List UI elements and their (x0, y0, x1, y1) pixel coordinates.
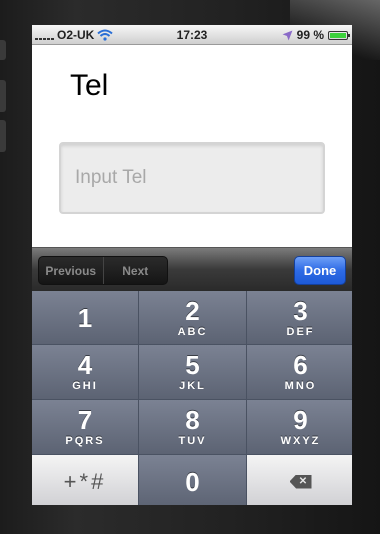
backspace-icon: ✕ (289, 474, 312, 489)
screen: O2-UK 17:23 99 % Tel Input Tel Previous … (32, 25, 352, 505)
key-4[interactable]: 4 GHI (32, 345, 138, 399)
volume-up-button (0, 80, 6, 112)
page-title: Tel (70, 69, 109, 102)
key-3[interactable]: 3 DEF (247, 291, 352, 344)
key-delete[interactable]: ✕ (247, 455, 352, 505)
location-arrow-icon (282, 30, 293, 40)
key-7-letters: PQRS (65, 435, 105, 447)
key-8[interactable]: 8 TUV (139, 400, 246, 454)
volume-down-button (0, 120, 6, 152)
key-6-number: 6 (293, 350, 308, 380)
key-2-letters: ABC (177, 325, 208, 338)
key-5[interactable]: 5 JKL (139, 345, 246, 399)
tel-input[interactable] (61, 144, 323, 212)
key-6-letters: MNO (284, 380, 317, 392)
key-symbols[interactable]: +*# (32, 455, 138, 505)
tel-input-container[interactable] (59, 142, 325, 214)
key-5-number: 5 (185, 350, 200, 380)
key-9[interactable]: 9 WXYZ (247, 400, 352, 454)
key-3-number: 3 (293, 295, 308, 326)
key-4-letters: GHI (72, 380, 98, 392)
key-0[interactable]: 0 (139, 455, 246, 505)
key-0-number: 0 (185, 466, 200, 497)
key-8-letters: TUV (178, 435, 207, 447)
previous-button[interactable]: Previous (39, 257, 104, 284)
mute-switch (0, 40, 6, 60)
prev-next-segment: Previous Next (38, 256, 168, 285)
key-9-number: 9 (293, 405, 308, 435)
phone-device: O2-UK 17:23 99 % Tel Input Tel Previous … (0, 0, 380, 534)
key-7[interactable]: 7 PQRS (32, 400, 138, 454)
battery-fill (330, 32, 346, 38)
key-8-number: 8 (185, 405, 200, 435)
symbols-label: +*# (63, 468, 107, 494)
key-1-number: 1 (77, 302, 93, 333)
status-bar: O2-UK 17:23 99 % (32, 25, 352, 45)
key-9-letters: WXYZ (280, 435, 321, 447)
status-right: 99 % (282, 28, 350, 42)
keyboard-toolbar: Previous Next Done (32, 247, 352, 291)
key-5-letters: JKL (179, 380, 206, 392)
key-2[interactable]: 2 ABC (139, 291, 246, 344)
battery-icon (328, 30, 350, 40)
key-3-letters: DEF (286, 325, 315, 338)
key-4-number: 4 (77, 350, 93, 380)
key-6[interactable]: 6 MNO (247, 345, 352, 399)
done-button[interactable]: Done (294, 256, 346, 285)
battery-percent: 99 % (296, 28, 324, 42)
key-7-number: 7 (77, 405, 93, 435)
phone-keypad: 1 2 ABC 3 DEF 4 GHI 5 JKL 6 MNO 7 PQRS 8… (32, 291, 352, 505)
key-2-number: 2 (185, 295, 200, 326)
next-button[interactable]: Next (104, 257, 168, 284)
key-1[interactable]: 1 (32, 291, 138, 344)
